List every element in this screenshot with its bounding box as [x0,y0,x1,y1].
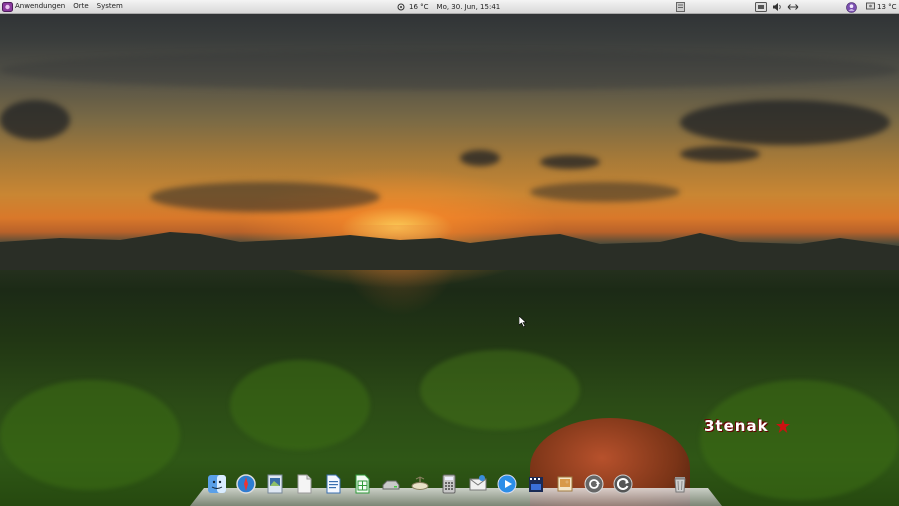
mouse-cursor-icon [519,316,527,327]
volume-icon[interactable] [772,2,782,12]
menu-places[interactable]: Orte [69,0,92,13]
foliage [700,380,899,500]
calculator-icon[interactable] [437,472,460,495]
clipboard-icon[interactable] [676,2,685,12]
main-menu: Anwendungen Orte System [2,0,127,13]
weather-temperature-right: 13 °C [877,2,897,11]
trash-icon[interactable] [668,472,691,495]
finder-icon[interactable] [205,472,228,495]
clock-area[interactable]: 16 °C Mo, 30. Jun, 15:41 [397,0,500,13]
foliage [0,380,180,490]
mail-icon[interactable] [466,472,489,495]
tray-right [846,1,857,13]
user-status-icon[interactable] [846,1,857,13]
cloud [680,100,890,145]
transfer-arrows-icon[interactable] [787,2,799,12]
mountain-silhouette [0,232,899,270]
cloud [150,182,380,212]
document-icon[interactable] [292,472,315,495]
cloud [680,146,760,162]
cloud [0,100,70,140]
logo-star-icon [776,419,790,433]
foliage [230,360,370,450]
photo-icon[interactable] [553,472,576,495]
writer-icon[interactable] [321,472,344,495]
menu-system[interactable]: System [93,0,127,13]
weather-temperature: 16 °C [409,2,429,11]
weather-icon [397,3,405,11]
weather-monitor-icon [866,2,875,11]
system-tray [755,1,799,13]
cloud [0,50,899,90]
preview-icon[interactable] [263,472,286,495]
drive-icon[interactable] [379,472,402,495]
cloud [530,182,680,202]
menu-applications[interactable]: Anwendungen [15,0,69,13]
refresh-icon[interactable] [611,472,634,495]
weather-applet[interactable]: 13 °C [866,0,897,13]
safari-icon[interactable] [234,472,257,495]
network-icon[interactable] [755,2,767,12]
lamp-icon[interactable] [408,472,431,495]
wallpaper-logo: 3tenak [704,417,769,435]
spreadsheet-icon[interactable] [350,472,373,495]
distro-logo-icon[interactable] [2,1,13,12]
dock [205,472,691,495]
date-time[interactable]: Mo, 30. Jun, 15:41 [437,3,501,11]
foliage [420,350,580,430]
top-panel: Anwendungen Orte System 16 °C Mo, 30. Ju… [0,0,899,14]
tray-left [676,1,685,13]
sync-icon[interactable] [582,472,605,495]
clapperboard-icon[interactable] [524,472,547,495]
cloud [460,150,500,166]
cloud [540,155,600,169]
media-player-icon[interactable] [495,472,518,495]
